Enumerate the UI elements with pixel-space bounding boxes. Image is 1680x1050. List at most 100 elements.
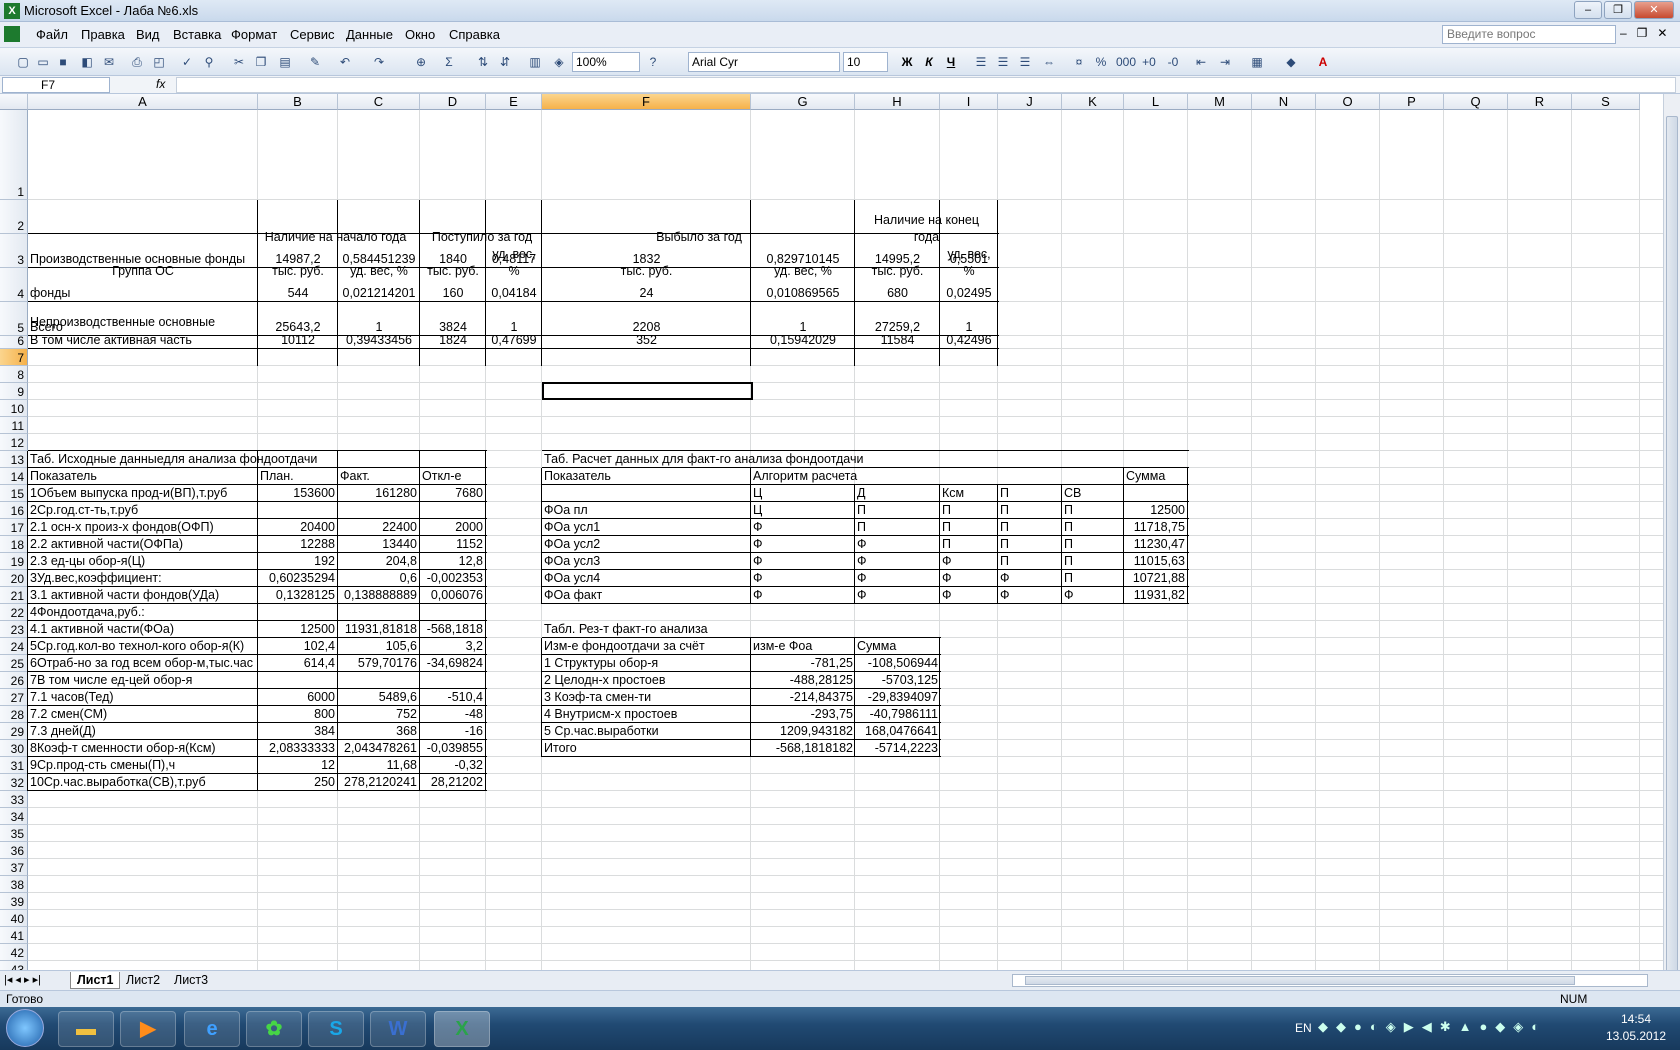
borders-icon[interactable]: ▦	[1248, 53, 1266, 71]
row-header-14[interactable]: 14	[0, 468, 28, 485]
decrease-indent-icon[interactable]: ⇤	[1192, 53, 1210, 71]
clock-date[interactable]: 13.05.2012	[1598, 1029, 1674, 1043]
increase-indent-icon[interactable]: ⇥	[1216, 53, 1234, 71]
row-header-16[interactable]: 16	[0, 502, 28, 519]
row-header-3[interactable]: 3	[0, 234, 28, 268]
font-select[interactable]: Arial Cyr	[688, 52, 840, 72]
align-center-icon[interactable]: ☰	[994, 53, 1012, 71]
column-header-M[interactable]: M	[1188, 94, 1252, 110]
cut-icon[interactable]: ✂	[230, 53, 248, 71]
row-header-13[interactable]: 13	[0, 451, 28, 468]
hyperlink-icon[interactable]: ⊕	[412, 53, 430, 71]
column-header-B[interactable]: B	[258, 94, 338, 110]
vertical-scrollbar[interactable]	[1663, 94, 1680, 976]
save-icon[interactable]: ■	[54, 53, 72, 71]
thousands-icon[interactable]: 000	[1116, 53, 1136, 71]
formula-input[interactable]	[176, 77, 1676, 93]
tab-nav-arrows[interactable]: |◂ ◂ ▸ ▸|	[4, 973, 41, 986]
new-icon[interactable]: ▢	[14, 53, 32, 71]
menu-insert[interactable]: Вставка	[173, 27, 221, 42]
row-header-18[interactable]: 18	[0, 536, 28, 553]
row-header-35[interactable]: 35	[0, 825, 28, 842]
horizontal-scrollbar[interactable]	[1012, 974, 1648, 987]
name-box[interactable]: F7	[2, 77, 110, 93]
align-left-icon[interactable]: ☰	[972, 53, 990, 71]
help-search-input[interactable]: Введите вопрос	[1442, 25, 1616, 44]
column-header-C[interactable]: C	[338, 94, 420, 110]
row-header-33[interactable]: 33	[0, 791, 28, 808]
row-header-19[interactable]: 19	[0, 553, 28, 570]
sheet-tab-2[interactable]: Лист2	[120, 972, 166, 989]
row-header-5[interactable]: 5	[0, 302, 28, 336]
row-header-20[interactable]: 20	[0, 570, 28, 587]
row-header-17[interactable]: 17	[0, 519, 28, 536]
row-header-8[interactable]: 8	[0, 366, 28, 383]
column-header-O[interactable]: O	[1316, 94, 1380, 110]
doc-window-controls[interactable]: – ❐ ✕	[1620, 26, 1668, 40]
row-header-12[interactable]: 12	[0, 434, 28, 451]
fx-icon[interactable]: fx	[156, 77, 165, 91]
word-app-icon[interactable]: W	[370, 1011, 426, 1047]
zoom-select[interactable]: 100%	[572, 52, 640, 72]
row-header-23[interactable]: 23	[0, 621, 28, 638]
ie-app-icon[interactable]: e	[184, 1011, 240, 1047]
row-header-22[interactable]: 22	[0, 604, 28, 621]
clock-time[interactable]: 14:54	[1598, 1012, 1674, 1026]
undo-icon[interactable]: ↶	[336, 53, 354, 71]
row-header-7[interactable]: 7	[0, 349, 28, 366]
menu-help[interactable]: Справка	[449, 27, 500, 42]
menu-data[interactable]: Данные	[346, 27, 393, 42]
chart-wizard-icon[interactable]: ▥	[526, 53, 544, 71]
row-header-30[interactable]: 30	[0, 740, 28, 757]
row-header-38[interactable]: 38	[0, 876, 28, 893]
column-header-K[interactable]: K	[1062, 94, 1124, 110]
column-header-I[interactable]: I	[940, 94, 998, 110]
permission-icon[interactable]: ◧	[78, 53, 96, 71]
percent-icon[interactable]: %	[1092, 53, 1110, 71]
column-header-D[interactable]: D	[420, 94, 486, 110]
bold-button[interactable]: Ж	[898, 53, 916, 71]
spelling-icon[interactable]: ✓	[178, 53, 196, 71]
media-player-app-icon[interactable]: ▶	[120, 1011, 176, 1047]
column-header-J[interactable]: J	[998, 94, 1062, 110]
currency-icon[interactable]: ¤	[1070, 53, 1088, 71]
row-header-15[interactable]: 15	[0, 485, 28, 502]
sort-asc-icon[interactable]: ⇅	[474, 53, 492, 71]
row-header-39[interactable]: 39	[0, 893, 28, 910]
column-header-H[interactable]: H	[855, 94, 940, 110]
column-header-L[interactable]: L	[1124, 94, 1188, 110]
font-size-select[interactable]: 10	[843, 52, 888, 72]
row-header-10[interactable]: 10	[0, 400, 28, 417]
decrease-decimal-icon[interactable]: -0	[1164, 53, 1182, 71]
menu-edit[interactable]: Правка	[81, 27, 125, 42]
menu-view[interactable]: Вид	[136, 27, 160, 42]
column-header-F[interactable]: F	[542, 94, 751, 110]
row-header-41[interactable]: 41	[0, 927, 28, 944]
row-header-24[interactable]: 24	[0, 638, 28, 655]
row-header-11[interactable]: 11	[0, 417, 28, 434]
row-header-37[interactable]: 37	[0, 859, 28, 876]
paste-icon[interactable]: ▤	[276, 53, 294, 71]
menu-format[interactable]: Формат	[231, 27, 277, 42]
sheet-tab-3[interactable]: Лист3	[168, 972, 214, 989]
active-cell-selection[interactable]	[542, 382, 753, 400]
row-header-34[interactable]: 34	[0, 808, 28, 825]
tray-icons[interactable]: ◆◆●◐◈▶◀✱▲●◆◈◐	[1318, 1019, 1547, 1035]
row-header-27[interactable]: 27	[0, 689, 28, 706]
menu-tools[interactable]: Сервис	[290, 27, 335, 42]
icq-app-icon[interactable]: ✿	[246, 1011, 302, 1047]
close-button[interactable]: ✕	[1634, 1, 1674, 19]
row-header-1[interactable]: 1	[0, 110, 28, 200]
row-header-6[interactable]: 6	[0, 334, 28, 349]
help-icon[interactable]: ?	[644, 53, 662, 71]
row-header-31[interactable]: 31	[0, 757, 28, 774]
row-header-25[interactable]: 25	[0, 655, 28, 672]
menu-window[interactable]: Окно	[405, 27, 435, 42]
redo-icon[interactable]: ↷	[370, 53, 388, 71]
increase-decimal-icon[interactable]: +0	[1140, 53, 1158, 71]
column-header-Q[interactable]: Q	[1444, 94, 1508, 110]
sort-desc-icon[interactable]: ⇵	[496, 53, 514, 71]
column-header-G[interactable]: G	[751, 94, 855, 110]
column-header-A[interactable]: A	[28, 94, 258, 110]
row-header-21[interactable]: 21	[0, 587, 28, 604]
